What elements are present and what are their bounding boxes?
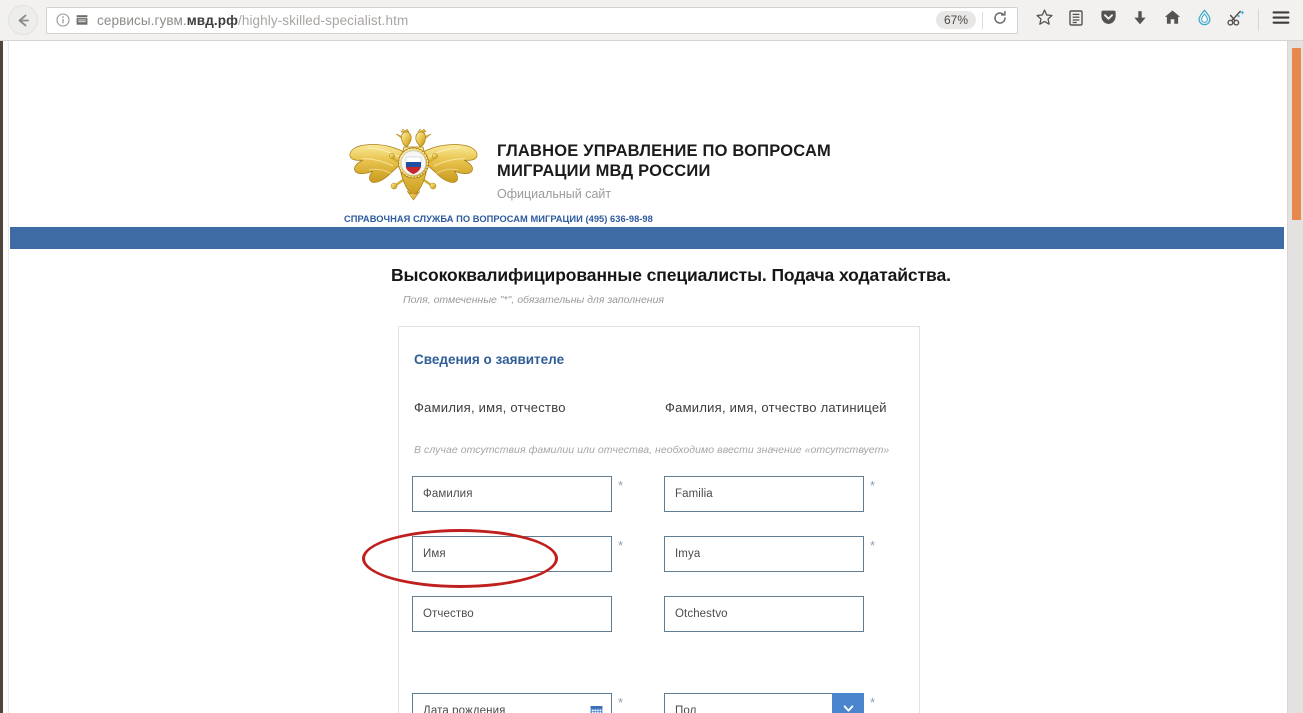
water-drop-icon (1195, 8, 1214, 32)
mvd-eagle-emblem (347, 128, 480, 203)
name-lat-input[interactable]: Imya (664, 536, 864, 572)
reader-list-button[interactable] (1060, 5, 1092, 35)
help-phone-line: СПРАВОЧНАЯ СЛУЖБА ПО ВОПРОСАМ МИГРАЦИИ (… (344, 214, 653, 224)
home-button[interactable] (1156, 5, 1188, 35)
downloads-button[interactable] (1124, 5, 1156, 35)
bookmark-star-button[interactable] (1028, 5, 1060, 35)
hamburger-menu-icon (1271, 9, 1291, 31)
patronymic-lat-input[interactable]: Otchestvo (664, 596, 864, 632)
name-ru-placeholder: Имя (423, 548, 446, 560)
site-title-line2: МИГРАЦИИ МВД РОССИИ (497, 162, 711, 180)
info-circle-icon[interactable] (56, 13, 70, 27)
downloads-arrow-icon (1131, 9, 1149, 32)
name-ru-required-asterisk: * (618, 538, 624, 553)
calendar-icon[interactable] (590, 705, 603, 713)
url-domain: мвд.рф (186, 12, 238, 28)
required-fields-note: Поля, отмеченные "*", обязательны для за… (403, 294, 665, 306)
form-hint-text: В случае отсутствия фамилии или отчества… (414, 444, 890, 456)
gender-dropdown-button[interactable] (832, 693, 864, 713)
page-viewport: ГЛАВНОЕ УПРАВЛЕНИЕ ПО ВОПРОСАМ МИГРАЦИИ … (0, 41, 1303, 713)
site-header: ГЛАВНОЕ УПРАВЛЕНИЕ ПО ВОПРОСАМ МИГРАЦИИ … (10, 41, 1284, 224)
website-content: ГЛАВНОЕ УПРАВЛЕНИЕ ПО ВОПРОСАМ МИГРАЦИИ … (10, 41, 1284, 713)
name-lat-placeholder: Imya (675, 548, 701, 560)
gender-select[interactable]: Пол (664, 693, 864, 713)
surname-lat-placeholder: Familia (675, 488, 713, 500)
back-button[interactable] (8, 5, 38, 35)
url-prefix: сервисы.гувм. (97, 12, 187, 28)
gender-required-asterisk: * (870, 695, 876, 710)
birthdate-required-asterisk: * (618, 695, 624, 710)
url-text: сервисы.гувм.мвд.рф/highly-skilled-speci… (94, 13, 936, 28)
bookmark-star-icon (1035, 8, 1054, 32)
page-scrollbar[interactable] (1287, 41, 1303, 713)
scrollbar-thumb[interactable] (1292, 48, 1301, 220)
browser-window: сервисы.гувм.мвд.рф/highly-skilled-speci… (0, 0, 1303, 713)
column-label-latin: Фамилия, имя, отчество латиницей (665, 400, 887, 415)
page-left-edge (3, 41, 9, 713)
surname-lat-input[interactable]: Familia (664, 476, 864, 512)
browser-toolbar: сервисы.гувм.мвд.рф/highly-skilled-speci… (0, 0, 1303, 41)
back-arrow-icon (15, 12, 32, 29)
site-title-block: ГЛАВНОЕ УПРАВЛЕНИЕ ПО ВОПРОСАМ МИГРАЦИИ … (497, 141, 831, 201)
zoom-level-badge[interactable]: 67% (935, 11, 976, 29)
page-document-icon (75, 13, 89, 27)
birthdate-input[interactable]: Дата рождения (412, 693, 612, 713)
surname-ru-required-asterisk: * (618, 478, 624, 493)
toolbar-divider (1258, 9, 1259, 31)
surname-lat-required-asterisk: * (870, 478, 876, 493)
site-subtitle: Официальный сайт (497, 187, 612, 201)
pocket-button[interactable] (1092, 5, 1124, 35)
applicant-form-box: Сведения о заявителе Фамилия, имя, отчес… (398, 326, 920, 713)
reload-button[interactable] (987, 9, 1013, 31)
browser-toolbar-icons (1018, 5, 1303, 35)
column-label-cyrillic: Фамилия, имя, отчество (414, 400, 566, 415)
pocket-shield-icon (1099, 8, 1118, 32)
url-divider (982, 11, 983, 29)
home-icon (1163, 8, 1182, 32)
name-ru-input[interactable]: Имя (412, 536, 612, 572)
reader-list-icon (1067, 9, 1085, 32)
screenshot-scissors-icon (1226, 8, 1246, 33)
site-navbar[interactable] (10, 227, 1284, 249)
birthdate-placeholder: Дата рождения (423, 705, 506, 713)
reload-icon (992, 10, 1008, 31)
chevron-down-icon (841, 701, 856, 713)
patronymic-lat-placeholder: Otchestvo (675, 608, 728, 620)
url-path: /highly-skilled-specialist.htm (237, 12, 409, 28)
name-lat-required-asterisk: * (870, 538, 876, 553)
gender-placeholder: Пол (675, 705, 697, 713)
section-title-applicant-info: Сведения о заявителе (414, 352, 565, 367)
page-title: Высококвалифицированные специалисты. Под… (391, 265, 951, 285)
water-drop-button[interactable] (1188, 5, 1220, 35)
surname-ru-input[interactable]: Фамилия (412, 476, 612, 512)
url-bar[interactable]: сервисы.гувм.мвд.рф/highly-skilled-speci… (46, 6, 1018, 34)
surname-ru-placeholder: Фамилия (423, 488, 473, 500)
menu-button[interactable] (1265, 5, 1297, 35)
patronymic-ru-placeholder: Отчество (423, 608, 474, 620)
site-title-line1: ГЛАВНОЕ УПРАВЛЕНИЕ ПО ВОПРОСАМ (497, 142, 832, 160)
patronymic-ru-input[interactable]: Отчество (412, 596, 612, 632)
screenshot-button[interactable] (1220, 5, 1252, 35)
